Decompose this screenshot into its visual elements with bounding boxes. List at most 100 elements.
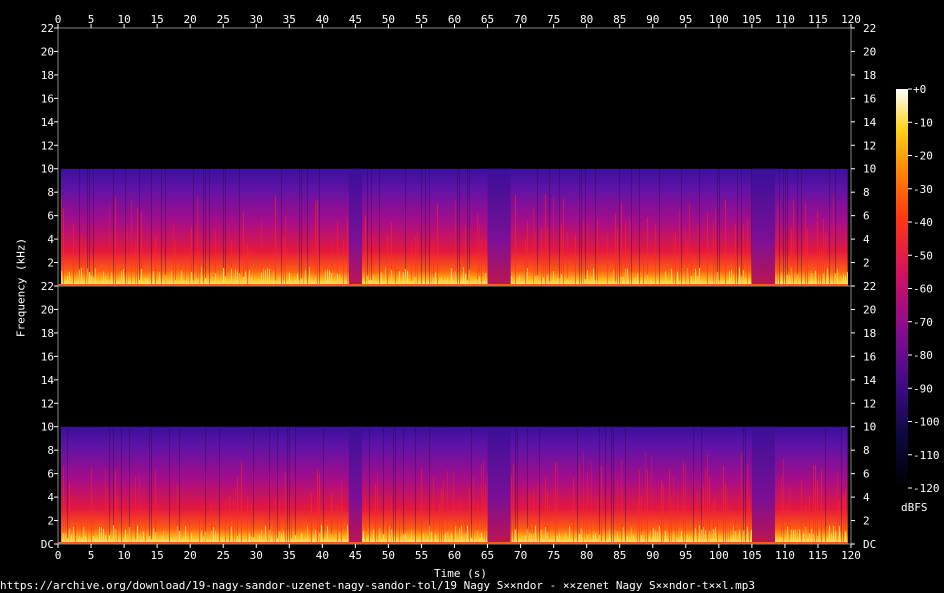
- x-tick-label-top: 30: [250, 13, 263, 26]
- x-tick-label-bottom: 65: [481, 549, 494, 562]
- y-tick-label-left: 12: [41, 139, 54, 152]
- x-tick-label-top: 0: [55, 13, 62, 26]
- y-tick-label-left: DC: [41, 538, 54, 551]
- x-tick-label-bottom: 75: [547, 549, 560, 562]
- x-tick-label-bottom: 70: [514, 549, 527, 562]
- x-tick-label-top: 115: [808, 13, 828, 26]
- x-tick-label-bottom: 10: [117, 549, 130, 562]
- channel-1-energy-band: [61, 168, 848, 286]
- y-tick-label-left: 2: [47, 257, 54, 270]
- x-tick-label-top: 100: [709, 13, 729, 26]
- x-tick-label-bottom: 25: [217, 549, 230, 562]
- colorbar: [896, 89, 908, 488]
- channel-1-quiet-segment: [751, 168, 776, 286]
- x-tick-label-top: 65: [481, 13, 494, 26]
- y-tick-label-right: 12: [863, 139, 876, 152]
- y-tick-label-right: 4: [863, 491, 870, 504]
- x-tick-label-bottom: 110: [775, 549, 795, 562]
- y-tick-label-right: 6: [863, 468, 870, 481]
- x-tick-label-top: 35: [283, 13, 296, 26]
- channel-1-quiet-segment: [487, 168, 511, 286]
- y-tick-label-right: 22: [863, 22, 876, 35]
- x-tick-label-bottom: 105: [742, 549, 762, 562]
- y-axis-label: Frequency (kHz): [14, 237, 28, 338]
- x-tick-label-top: 55: [415, 13, 428, 26]
- x-tick-label-bottom: 35: [283, 549, 296, 562]
- y-tick-label-left: 14: [41, 374, 55, 387]
- y-tick-label-left: 14: [41, 116, 55, 129]
- x-tick-label-top: 110: [775, 13, 795, 26]
- y-tick-label-left: 16: [41, 92, 54, 105]
- x-tick-label-bottom: 55: [415, 549, 428, 562]
- x-tick-label-bottom: 20: [184, 549, 197, 562]
- colorbar-tick-label: -70: [913, 316, 933, 329]
- x-tick-label-top: 75: [547, 13, 560, 26]
- y-tick-label-right: 20: [863, 45, 876, 58]
- y-tick-label-left: 2: [47, 515, 54, 528]
- y-tick-label-right: 16: [863, 92, 876, 105]
- x-tick-label-top: 15: [151, 13, 164, 26]
- x-axis-label: Time (s): [434, 567, 487, 580]
- x-tick-label-bottom: 90: [646, 549, 659, 562]
- colorbar-tick-label: -90: [913, 382, 933, 395]
- colorbar-tick-label: -60: [913, 283, 933, 296]
- x-tick-label-bottom: 120: [841, 549, 861, 562]
- x-tick-label-top: 10: [117, 13, 130, 26]
- x-tick-label-top: 90: [646, 13, 659, 26]
- y-tick-label-left: 22: [41, 22, 54, 35]
- y-tick-label-right: 16: [863, 350, 876, 363]
- x-tick-label-bottom: 85: [613, 549, 626, 562]
- colorbar-tick-label: -10: [913, 116, 933, 129]
- y-tick-label-left: 16: [41, 350, 54, 363]
- channel-2-quiet-segment: [487, 426, 511, 544]
- spectrogram-chart: 22 2220 2018 1816 1614 1412 1210 108 86 64 42 222 22…: [41, 13, 940, 562]
- y-tick-label-right: 14: [863, 116, 877, 129]
- y-tick-label-left: 18: [41, 327, 54, 340]
- y-tick-label-left: 8: [47, 186, 54, 199]
- y-tick-label-left: 18: [41, 69, 54, 82]
- y-tick-label-right: 6: [863, 210, 870, 223]
- y-tick-label-left: 20: [41, 45, 54, 58]
- colorbar-tick-label: -40: [913, 216, 933, 229]
- colorbar-tick-label: -110: [913, 449, 940, 462]
- colorbar-tick-label: -120: [913, 482, 940, 495]
- x-tick-label-top: 70: [514, 13, 527, 26]
- colorbar-label: dBFS: [901, 501, 928, 514]
- colorbar-tick-label: -20: [913, 150, 933, 163]
- channel-2-panel: [57, 285, 852, 545]
- x-tick-label-bottom: 115: [808, 549, 828, 562]
- y-tick-label-right: 12: [863, 397, 876, 410]
- x-tick-label-bottom: 50: [382, 549, 395, 562]
- x-tick-label-bottom: 30: [250, 549, 263, 562]
- y-tick-label-left: 8: [47, 444, 54, 457]
- y-tick-label-right: 22: [863, 280, 876, 293]
- x-tick-label-top: 40: [316, 13, 329, 26]
- y-tick-label-left: 10: [41, 163, 54, 176]
- colorbar-tick-label: +0: [913, 83, 926, 96]
- channel-1-quiet-segment: [348, 168, 362, 286]
- x-tick-label-bottom: 100: [709, 549, 729, 562]
- x-tick-label-top: 25: [217, 13, 230, 26]
- y-tick-label-right: 10: [863, 421, 876, 434]
- y-tick-label-right: 18: [863, 327, 876, 340]
- y-tick-label-right: 20: [863, 303, 876, 316]
- y-tick-label-right: 8: [863, 444, 870, 457]
- x-tick-label-bottom: 40: [316, 549, 329, 562]
- source-url: https://archive.org/download/19-nagy-san…: [0, 579, 755, 592]
- y-tick-label-left: 22: [41, 280, 54, 293]
- y-tick-label-left: 12: [41, 397, 54, 410]
- x-tick-label-bottom: 15: [151, 549, 164, 562]
- y-tick-label-right: 8: [863, 186, 870, 199]
- x-tick-label-bottom: 80: [580, 549, 593, 562]
- x-tick-label-top: 105: [742, 13, 762, 26]
- colorbar-tick-label: -80: [913, 349, 933, 362]
- colorbar-tick-label: -100: [913, 416, 940, 429]
- x-tick-label-top: 85: [613, 13, 626, 26]
- x-tick-label-top: 95: [679, 13, 692, 26]
- x-tick-label-bottom: 45: [349, 549, 362, 562]
- y-tick-label-right: 18: [863, 69, 876, 82]
- x-tick-label-top: 5: [88, 13, 95, 26]
- y-tick-label-left: 4: [47, 491, 54, 504]
- y-tick-label-right: DC: [863, 538, 876, 551]
- colorbar-tick-label: -50: [913, 249, 933, 262]
